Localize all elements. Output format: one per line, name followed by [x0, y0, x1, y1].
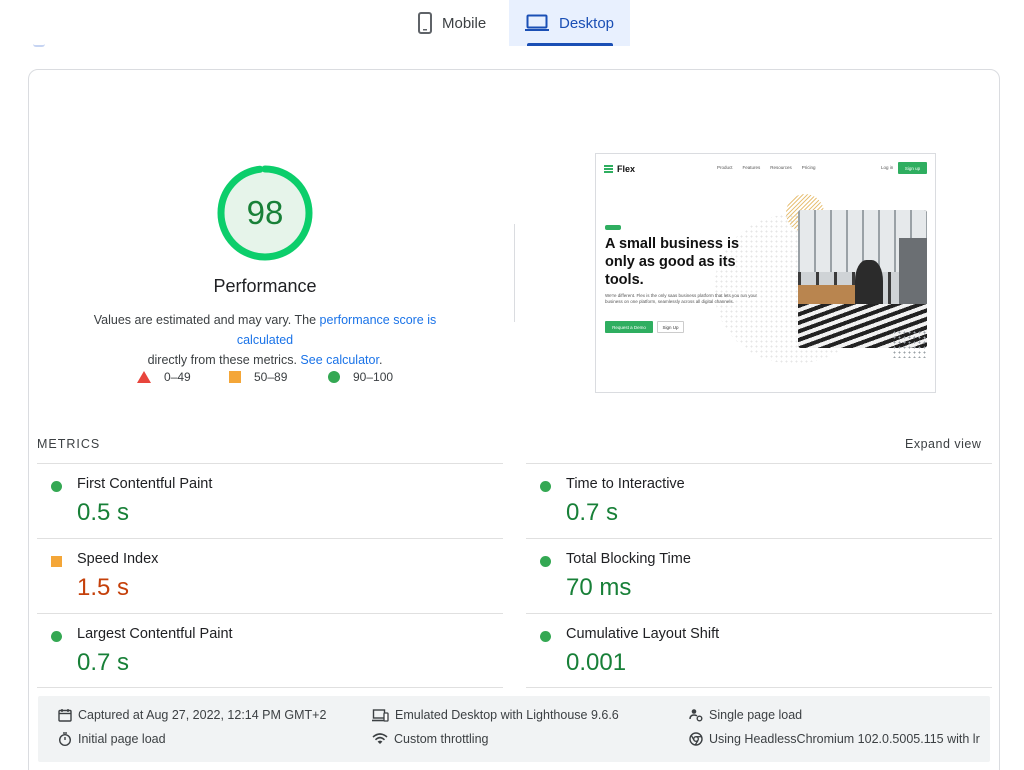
single-page-load: Single page load	[689, 708, 802, 722]
legend-average: 50–89	[229, 370, 287, 384]
person-gear-icon	[689, 708, 703, 722]
thumb-signup-secondary: Sign Up	[657, 321, 684, 333]
runtime-settings: Captured at Aug 27, 2022, 12:14 PM GMT+2…	[38, 696, 990, 762]
legend-range: 50–89	[254, 370, 288, 384]
active-tab-indicator	[527, 43, 613, 46]
score-legend: 0–49 50–89 90–100	[29, 370, 499, 386]
thumb-navbar: Flex Product Features Resources Pricing …	[604, 162, 927, 176]
metric-name: Largest Contentful Paint	[77, 626, 233, 642]
wifi-icon	[372, 733, 388, 745]
metric-first-contentful-paint: First Contentful Paint 0.5 s	[37, 463, 503, 538]
devices-icon	[372, 708, 389, 722]
browser-text: Using HeadlessChromium 102.0.5005.115 wi…	[709, 732, 980, 746]
chrome-icon	[689, 732, 703, 746]
thumb-nav-link: Product	[717, 165, 733, 170]
thumb-body: We're different. Flex is the only saas b…	[605, 293, 758, 304]
metric-name: Cumulative Layout Shift	[566, 626, 720, 642]
metric-value: 0.001	[566, 649, 627, 676]
metric-time-to-interactive: Time to Interactive 0.7 s	[526, 463, 992, 538]
average-square-icon	[229, 371, 241, 383]
thumb-nav-link: Resources	[770, 165, 792, 170]
metric-speed-index: Speed Index 1.5 s	[37, 538, 503, 613]
legend-pass: 90–100	[328, 370, 393, 384]
metric-value: 0.7 s	[77, 649, 130, 676]
see-calculator-link[interactable]: See calculator	[300, 353, 379, 367]
metric-name: Speed Index	[77, 551, 159, 567]
pass-circle-icon	[51, 631, 62, 642]
average-square-icon	[51, 556, 62, 567]
scroll-indicator	[33, 44, 45, 47]
desc-text: directly from these metrics.	[147, 353, 301, 367]
throttling-text: Custom throttling	[394, 732, 489, 746]
laptop-icon	[525, 14, 549, 32]
legend-fail: 0–49	[137, 370, 191, 384]
performance-score: 98	[246, 194, 284, 231]
metric-total-blocking-time: Total Blocking Time 70 ms	[526, 538, 992, 613]
metric-name: Total Blocking Time	[566, 551, 691, 567]
emulated-text: Emulated Desktop with Lighthouse 9.6.6	[395, 708, 619, 722]
desc-text: .	[378, 353, 383, 367]
dot-grid	[892, 330, 928, 358]
flex-logo-icon	[604, 165, 613, 173]
emulated-device: Emulated Desktop with Lighthouse 9.6.6	[372, 708, 619, 722]
tab-desktop[interactable]: Desktop	[509, 0, 630, 46]
metric-value: 1.5 s	[77, 574, 130, 601]
network-throttling: Custom throttling	[372, 732, 488, 746]
metric-name: Time to Interactive	[566, 476, 685, 492]
single-load-text: Single page load	[709, 708, 803, 722]
timer-icon	[58, 732, 72, 746]
metric-name: First Contentful Paint	[77, 476, 213, 492]
captured-text: Captured at Aug 27, 2022, 12:14 PM GMT+2	[78, 708, 327, 722]
performance-title: Performance	[213, 276, 317, 296]
metric-value: 0.7 s	[566, 499, 619, 526]
performance-description: Values are estimated and may vary. The p…	[65, 310, 465, 370]
metric-value: 0.5 s	[77, 499, 130, 526]
thumb-signup: Sign up	[898, 162, 927, 174]
initial-load-text: Initial page load	[78, 732, 166, 746]
thumb-login: Log in	[881, 165, 894, 170]
metrics-heading: METRICS	[37, 437, 101, 451]
thumb-nav-links: Product Features Resources Pricing	[717, 165, 816, 170]
pass-circle-icon	[51, 481, 62, 492]
smartphone-icon	[418, 12, 432, 34]
desc-text: Values are estimated and may vary. The	[93, 313, 320, 327]
thumb-badge	[605, 225, 621, 230]
tab-desktop-label: Desktop	[559, 14, 615, 32]
initial-page-load: Initial page load	[58, 732, 166, 746]
brand-name: Flex	[617, 164, 636, 174]
flex-logo: Flex	[604, 164, 635, 174]
browser-info: Using HeadlessChromium 102.0.5005.115 wi…	[689, 732, 980, 746]
pass-circle-icon	[540, 631, 551, 642]
tab-mobile[interactable]: Mobile	[410, 0, 508, 46]
captured-at: Captured at Aug 27, 2022, 12:14 PM GMT+2	[58, 708, 326, 722]
metric-value: 70 ms	[566, 574, 632, 601]
office-photo	[798, 210, 927, 348]
pass-circle-icon	[540, 481, 551, 492]
metric-largest-contentful-paint: Largest Contentful Paint 0.7 s	[37, 613, 503, 688]
thumb-nav-link: Pricing	[801, 165, 816, 170]
legend-range: 0–49	[164, 370, 191, 384]
device-tabs: Mobile Desktop	[0, 0, 1024, 46]
thumb-headline: A small business is only as good as its …	[605, 236, 740, 288]
calendar-icon	[58, 708, 72, 722]
thumb-nav-link: Features	[742, 165, 761, 170]
vertical-divider	[514, 224, 515, 322]
metric-cumulative-layout-shift: Cumulative Layout Shift 0.001	[526, 613, 992, 688]
tab-mobile-label: Mobile	[442, 14, 487, 32]
pass-circle-icon	[540, 556, 551, 567]
expand-view-toggle[interactable]: Expand view	[905, 437, 981, 451]
legend-range: 90–100	[353, 370, 394, 384]
thumb-request-demo: Request a Demo	[605, 321, 653, 333]
pass-circle-icon	[328, 371, 340, 383]
performance-gauge: 98	[215, 163, 315, 263]
final-screenshot[interactable]: Flex Product Features Resources Pricing …	[595, 153, 936, 393]
fail-triangle-icon	[137, 371, 151, 383]
